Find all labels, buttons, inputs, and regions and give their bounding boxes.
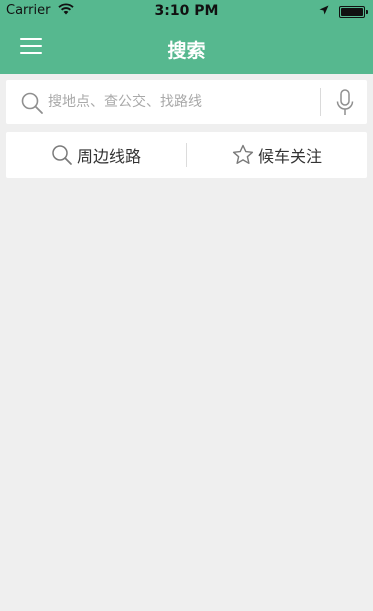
status-time: 3:10 PM	[154, 3, 219, 19]
search-icon	[52, 145, 72, 165]
search-input[interactable]	[48, 80, 318, 124]
quick-actions-bar: 周边线路 候车关注	[6, 132, 367, 178]
battery-icon	[339, 6, 368, 18]
search-icon	[20, 91, 44, 119]
location-arrow-icon	[319, 4, 329, 19]
nearby-routes-label: 周边线路	[76, 147, 141, 166]
star-icon	[232, 144, 254, 164]
status-bar: Carrier 3:10 PM	[0, 0, 373, 22]
follow-stop-label: 候车关注	[257, 147, 322, 166]
app-header: Carrier 3:10 PM 搜索	[0, 0, 373, 74]
follow-stop-button[interactable]: 候车关注	[187, 132, 367, 178]
nearby-routes-button[interactable]: 周边线路	[6, 132, 186, 178]
page-title: 搜索	[167, 40, 206, 62]
microphone-icon[interactable]	[335, 89, 355, 121]
search-bar	[6, 80, 367, 124]
search-divider	[320, 88, 321, 116]
